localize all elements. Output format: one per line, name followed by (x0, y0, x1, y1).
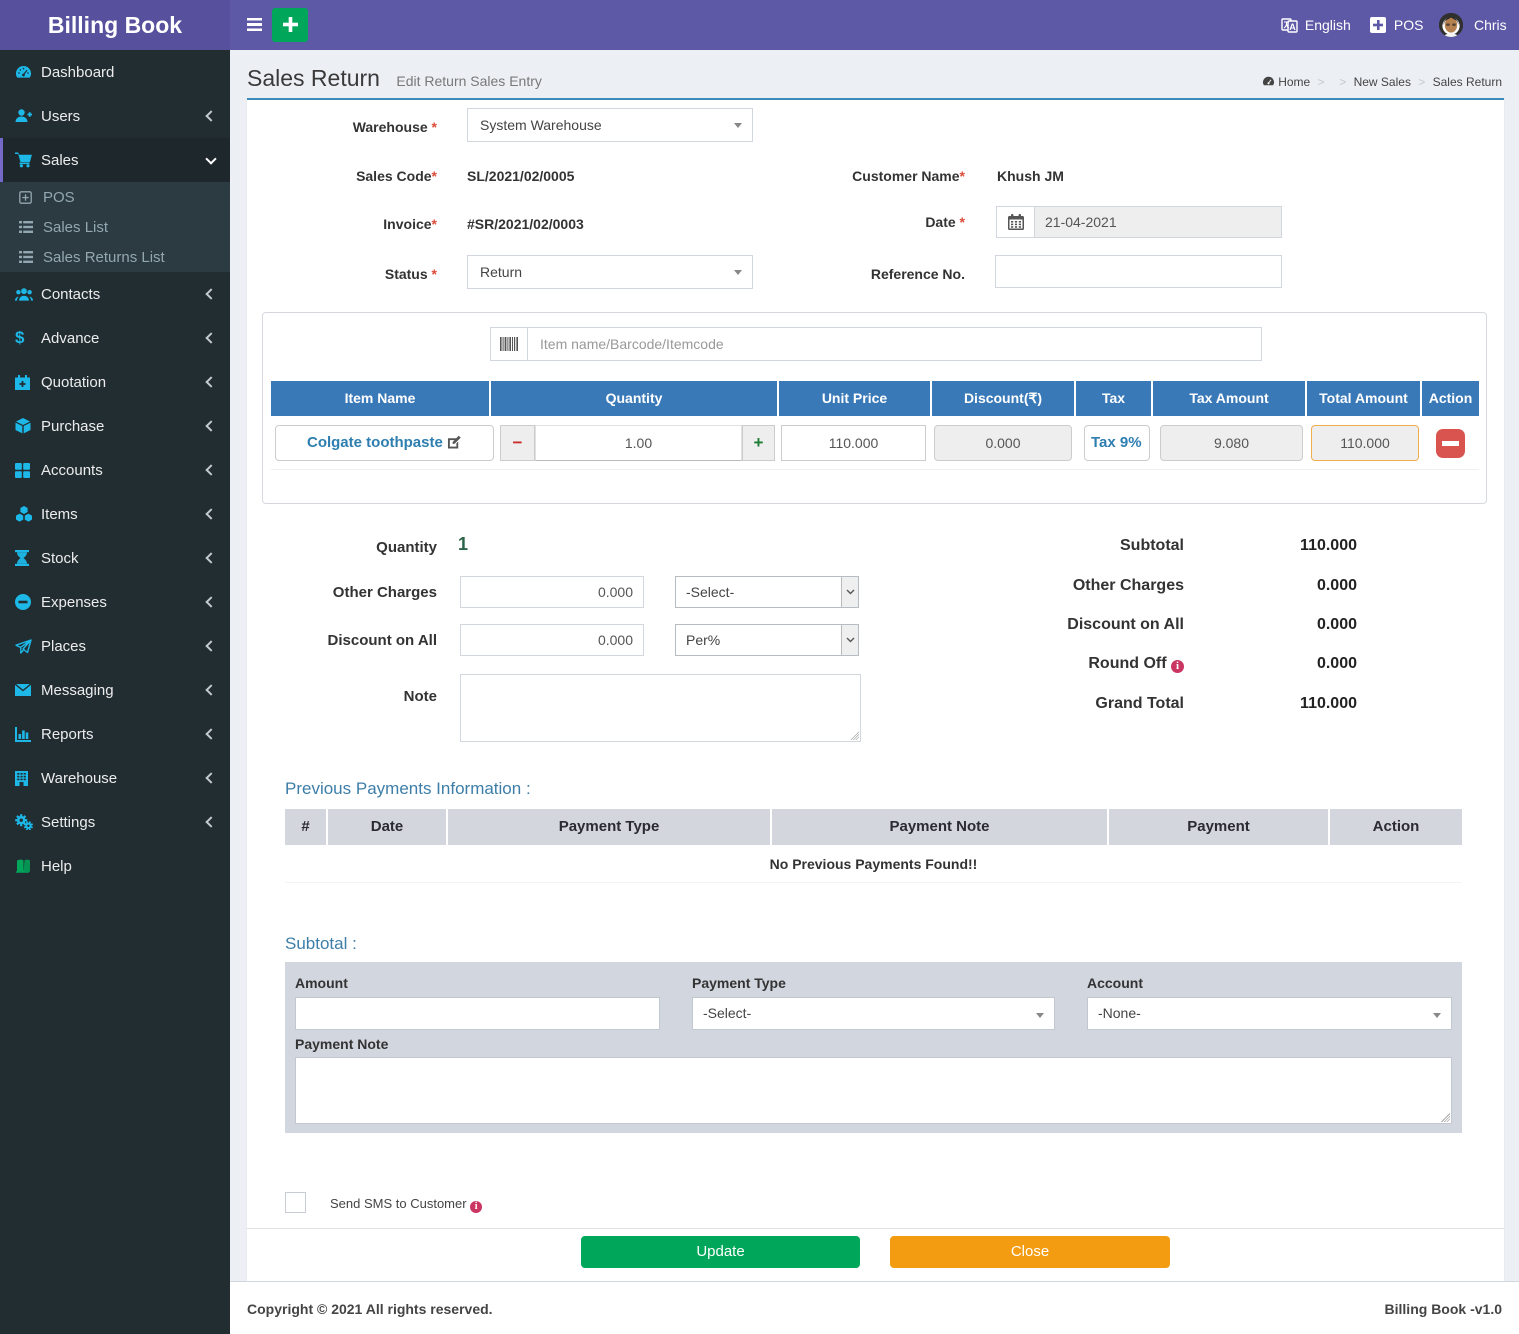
svg-text:A: A (1289, 22, 1296, 32)
